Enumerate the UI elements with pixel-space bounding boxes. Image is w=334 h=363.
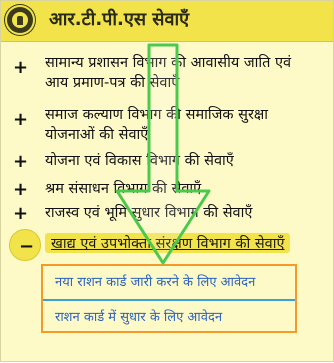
menu-item-label[interactable]: समाज कल्याण विभाग की समाजिक सुरक्षा योजन… xyxy=(45,105,268,145)
menu-item-label[interactable]: सामान्य प्रशासन विभाग की आवासीय जाति एवं… xyxy=(45,53,291,93)
submenu-highlight-box: नया राशन कार्ड जारी करने के लिए आवेदन रा… xyxy=(41,264,297,333)
submenu-item-new-ration-card[interactable]: नया राशन कार्ड जारी करने के लिए आवेदन xyxy=(43,266,295,298)
submenu-link[interactable]: नया राशन कार्ड जारी करने के लिए आवेदन xyxy=(55,272,255,290)
plus-icon[interactable]: + xyxy=(13,203,28,224)
plus-icon[interactable]: + xyxy=(13,151,28,172)
services-panel: आर.टी.पी.एस सेवाएँ + सामान्य प्रशासन विभ… xyxy=(0,0,334,362)
emblem-icon xyxy=(5,5,35,35)
panel-title: आर.टी.पी.एस सेवाएँ xyxy=(49,9,190,30)
menu-item-label[interactable]: श्रम संसाधन विभाग की सेवाएँ xyxy=(45,179,201,199)
minus-icon[interactable]: − xyxy=(9,229,41,261)
plus-icon[interactable]: + xyxy=(13,109,28,130)
active-menu-label[interactable]: खाद्य एवं उपभोक्ता संरक्षण विभाग की सेवा… xyxy=(45,233,291,253)
plus-icon[interactable]: + xyxy=(13,179,28,200)
menu-item-label[interactable]: राजस्व एवं भूमि सुधार विभाग की सेवाएँ xyxy=(45,203,252,223)
menu-item-food-consumer-protection[interactable]: − खाद्य एवं उपभोक्ता संरक्षण विभाग की से… xyxy=(9,229,331,261)
panel-header: आर.टी.पी.एस सेवाएँ xyxy=(1,1,333,42)
menu-item-label[interactable]: योजना एवं विकास विभाग की सेवाएँ xyxy=(45,151,234,171)
submenu-link[interactable]: राशन कार्ड में सुधार के लिए आवेदन xyxy=(55,307,222,325)
plus-icon[interactable]: + xyxy=(13,57,28,78)
submenu-item-ration-card-correction[interactable]: राशन कार्ड में सुधार के लिए आवेदन xyxy=(43,301,295,333)
